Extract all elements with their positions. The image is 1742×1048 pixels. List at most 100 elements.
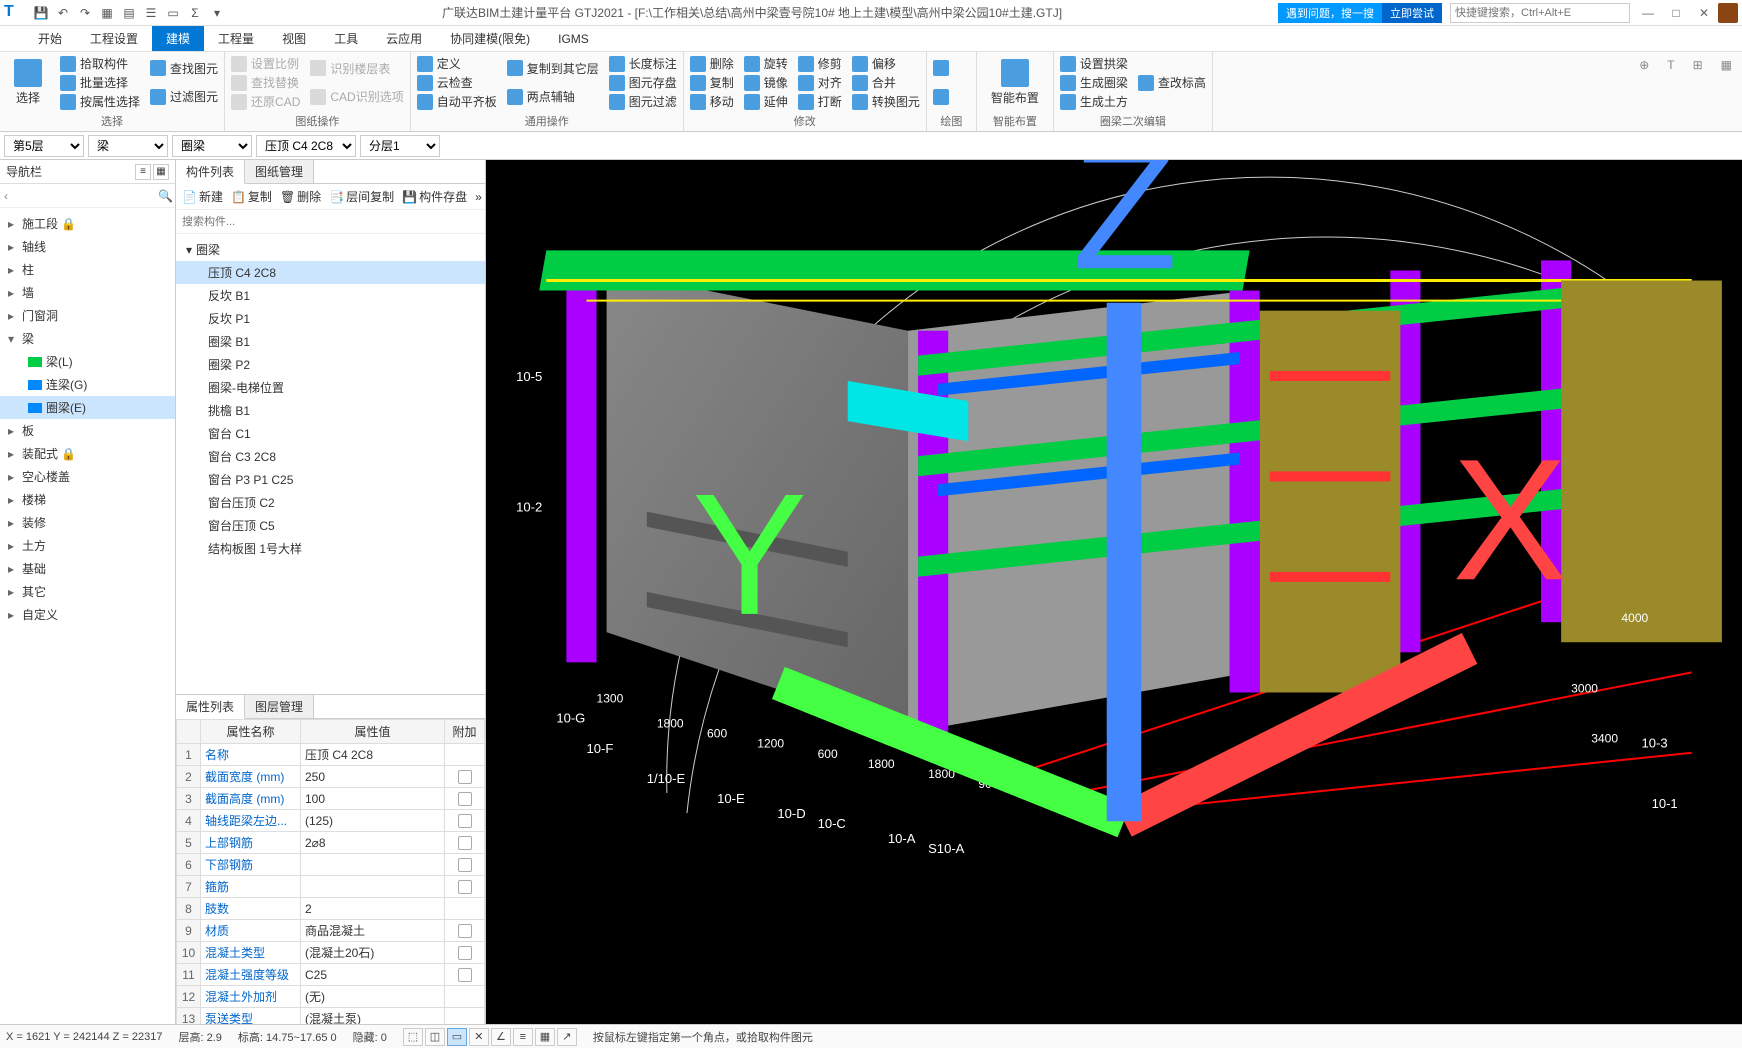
qat-save-icon[interactable]: 💾 xyxy=(32,4,50,22)
layer-select[interactable]: 分层1 xyxy=(360,135,440,157)
qat-icon[interactable]: ▭ xyxy=(164,4,182,22)
checkbox[interactable] xyxy=(458,792,472,806)
menu-tab[interactable]: 工程量 xyxy=(204,26,268,51)
prop-extra[interactable] xyxy=(445,920,485,942)
select-button[interactable]: 选择 xyxy=(6,54,50,111)
toolbar-button[interactable]: 🗑删除 xyxy=(280,188,321,205)
chevron-left-icon[interactable]: ‹ xyxy=(4,189,8,203)
ribbon-item[interactable]: 打断 xyxy=(798,92,842,111)
ribbon-item[interactable]: 对齐 xyxy=(798,73,842,92)
component-item[interactable]: 圈梁-电梯位置 xyxy=(176,376,485,399)
prop-extra[interactable] xyxy=(445,986,485,1008)
nav-tree-node[interactable]: ▸其它 xyxy=(0,580,175,603)
prop-extra[interactable] xyxy=(445,766,485,788)
prop-value[interactable] xyxy=(301,876,445,898)
smart-layout-button[interactable]: 智能布置 xyxy=(983,55,1047,110)
prop-value[interactable]: C25 xyxy=(301,964,445,986)
navigator-search-input[interactable] xyxy=(12,190,154,202)
checkbox[interactable] xyxy=(458,858,472,872)
ribbon-item[interactable]: 长度标注 xyxy=(609,54,677,73)
draw-line-button[interactable] xyxy=(933,88,970,106)
property-row[interactable]: 5上部钢筋2⌀8 xyxy=(177,832,485,854)
toolbar-button[interactable]: 📋复制 xyxy=(231,188,272,205)
floor-select[interactable]: 第5层 xyxy=(4,135,84,157)
prop-value[interactable]: 商品混凝土 xyxy=(301,920,445,942)
property-row[interactable]: 10混凝土类型(混凝土20石) xyxy=(177,942,485,964)
promo-text-1[interactable]: 遇到问题，搜一搜 xyxy=(1278,3,1382,23)
component-item[interactable]: 圈梁 P2 xyxy=(176,353,485,376)
ribbon-item[interactable]: 查改标高 xyxy=(1138,73,1206,92)
ribbon-item[interactable]: 镜像 xyxy=(744,73,788,92)
ribbon-item[interactable]: 云检查 xyxy=(417,73,497,92)
close-icon[interactable]: ✕ xyxy=(1694,6,1714,20)
toolbar-button[interactable]: 📄新建 xyxy=(182,188,223,205)
promo-text-2[interactable]: 立即尝试 xyxy=(1382,3,1442,23)
ribbon-item[interactable]: 过滤图元 xyxy=(150,87,218,106)
prop-value[interactable]: (无) xyxy=(301,986,445,1008)
promo-banner[interactable]: 遇到问题，搜一搜 立即尝试 xyxy=(1278,3,1442,23)
ribbon-item[interactable]: 查找图元 xyxy=(150,59,218,78)
checkbox[interactable] xyxy=(458,968,472,982)
ribbon-item[interactable]: 偏移 xyxy=(852,54,920,73)
prop-extra[interactable] xyxy=(445,964,485,986)
ribbon-item[interactable]: 延伸 xyxy=(744,92,788,111)
ribbon-item[interactable]: 按属性选择 xyxy=(60,92,140,111)
ribbon-item[interactable]: 设置拱梁 xyxy=(1060,54,1128,73)
user-avatar[interactable] xyxy=(1718,3,1738,23)
axis-gizmo[interactable]: X Y Z xyxy=(496,160,1742,994)
ribbon-item[interactable]: 图元过滤 xyxy=(609,92,677,111)
ribbon-item[interactable]: 批量选择 xyxy=(60,73,140,92)
menu-tab[interactable]: 协同建模(限免) xyxy=(436,26,544,51)
tool-icon[interactable]: ◫ xyxy=(425,1028,445,1046)
property-row[interactable]: 12混凝土外加剂(无) xyxy=(177,986,485,1008)
tool-icon[interactable]: ▦ xyxy=(535,1028,555,1046)
qat-icon[interactable]: ▦ xyxy=(98,4,116,22)
nav-tree-node[interactable]: ▸装配式 🔒 xyxy=(0,442,175,465)
prop-value[interactable]: (混凝土泵) xyxy=(301,1008,445,1025)
menu-tab[interactable]: IGMS xyxy=(544,26,603,51)
property-row[interactable]: 8肢数2 xyxy=(177,898,485,920)
nav-tree-node[interactable]: ▸空心楼盖 xyxy=(0,465,175,488)
nav-tree-node[interactable]: 连梁(G) xyxy=(0,373,175,396)
component-item[interactable]: 窗台压顶 C5 xyxy=(176,514,485,537)
tab-component-list[interactable]: 构件列表 xyxy=(176,160,245,184)
nav-grid-icon[interactable]: ▦ xyxy=(153,164,169,180)
view-icon[interactable]: ▦ xyxy=(1717,54,1736,129)
checkbox[interactable] xyxy=(458,880,472,894)
menu-tab[interactable]: 工程设置 xyxy=(76,26,152,51)
3d-viewport[interactable]: 10-510-210-G10-F1/10-E10-E10-D10-C10-AS1… xyxy=(486,160,1742,1024)
minimize-icon[interactable]: — xyxy=(1638,6,1658,20)
tool-icon[interactable]: ↗ xyxy=(557,1028,577,1046)
maximize-icon[interactable]: □ xyxy=(1666,6,1686,20)
tool-icon[interactable]: ∠ xyxy=(491,1028,511,1046)
prop-extra[interactable] xyxy=(445,898,485,920)
ribbon-item[interactable]: 复制到其它层 xyxy=(507,59,599,78)
prop-extra[interactable] xyxy=(445,788,485,810)
component-item[interactable]: 窗台 C1 xyxy=(176,422,485,445)
ribbon-item[interactable]: 拾取构件 xyxy=(60,54,140,73)
prop-value[interactable]: 压顶 C4 2C8 xyxy=(301,744,445,766)
component-item[interactable]: 圈梁 B1 xyxy=(176,330,485,353)
prop-extra[interactable] xyxy=(445,832,485,854)
tool-icon[interactable]: ▭ xyxy=(447,1028,467,1046)
nav-tree-node[interactable]: ▾梁 xyxy=(0,327,175,350)
menu-tab[interactable]: 工具 xyxy=(320,26,372,51)
nav-tree-node[interactable]: ▸楼梯 xyxy=(0,488,175,511)
view-icon[interactable]: T xyxy=(1663,54,1678,129)
ribbon-item[interactable]: 旋转 xyxy=(744,54,788,73)
tool-icon[interactable]: ✕ xyxy=(469,1028,489,1046)
ribbon-item[interactable]: 生成圈梁 xyxy=(1060,73,1128,92)
property-row[interactable]: 1名称压顶 C4 2C8 xyxy=(177,744,485,766)
nav-tree-node[interactable]: ▸施工段 🔒 xyxy=(0,212,175,235)
component-group[interactable]: ▾圈梁 xyxy=(176,238,485,261)
checkbox[interactable] xyxy=(458,946,472,960)
prop-extra[interactable] xyxy=(445,810,485,832)
checkbox[interactable] xyxy=(458,924,472,938)
menu-tab[interactable]: 建模 xyxy=(152,26,204,51)
qat-undo-icon[interactable]: ↶ xyxy=(54,4,72,22)
nav-tree-node[interactable]: ▸土方 xyxy=(0,534,175,557)
ribbon-item[interactable]: 修剪 xyxy=(798,54,842,73)
property-row[interactable]: 4轴线距梁左边...(125) xyxy=(177,810,485,832)
ribbon-item[interactable]: 生成土方 xyxy=(1060,92,1128,111)
qat-icon[interactable]: ▤ xyxy=(120,4,138,22)
